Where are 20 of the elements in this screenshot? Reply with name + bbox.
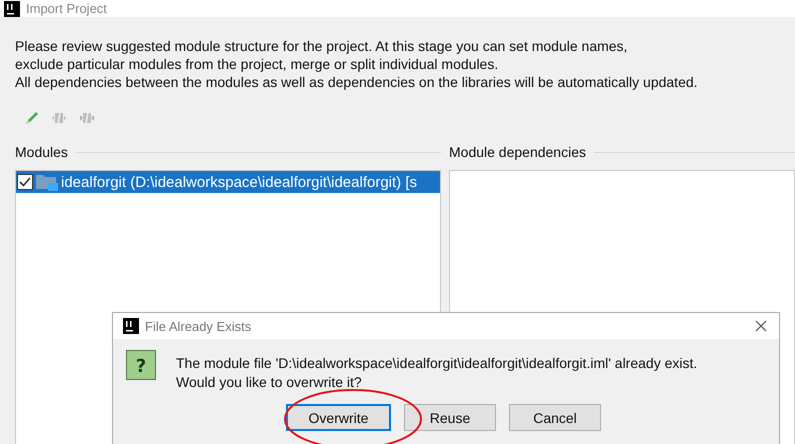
dialog-button[interactable]: Cancel: [509, 404, 601, 431]
description-text: Please review suggested module structure for the project. At this stage you can set module names,: [15, 37, 628, 55]
pencil-icon[interactable]: [23, 110, 39, 126]
module-row[interactable]: idealforgit (D:\idealworkspace\idealforgit\idealforgit) [s: [16, 171, 440, 193]
description-text: exclude particular modules from the project, merge or split individual modules.: [15, 55, 500, 73]
app-logo-icon: [123, 318, 139, 334]
message-text: The module file 'D:\idealworkspace\idealforgit\idealforgit\idealforgit.iml' already exist.: [176, 354, 698, 373]
description-text: All dependencies between the modules as well as dependencies on the libraries will be automatically updated.: [15, 73, 699, 91]
message-text: Would you like to overwrite it?: [176, 373, 363, 392]
folder-icon: [36, 173, 58, 191]
module-name: idealforgit (D:\idealworkspace\idealforgit\idealforgit) [s: [61, 174, 418, 190]
dialog-button[interactable]: Reuse: [404, 404, 496, 431]
section-title: Module dependencies: [449, 144, 586, 160]
question-icon: ?: [126, 350, 156, 380]
checkbox[interactable]: [17, 174, 33, 190]
window-title: Import Project: [26, 1, 107, 16]
dialog-button[interactable]: Overwrite: [286, 404, 391, 431]
section-title: Modules: [15, 144, 68, 160]
dialog-title: File Already Exists: [145, 318, 252, 334]
close-button[interactable]: [755, 320, 767, 332]
